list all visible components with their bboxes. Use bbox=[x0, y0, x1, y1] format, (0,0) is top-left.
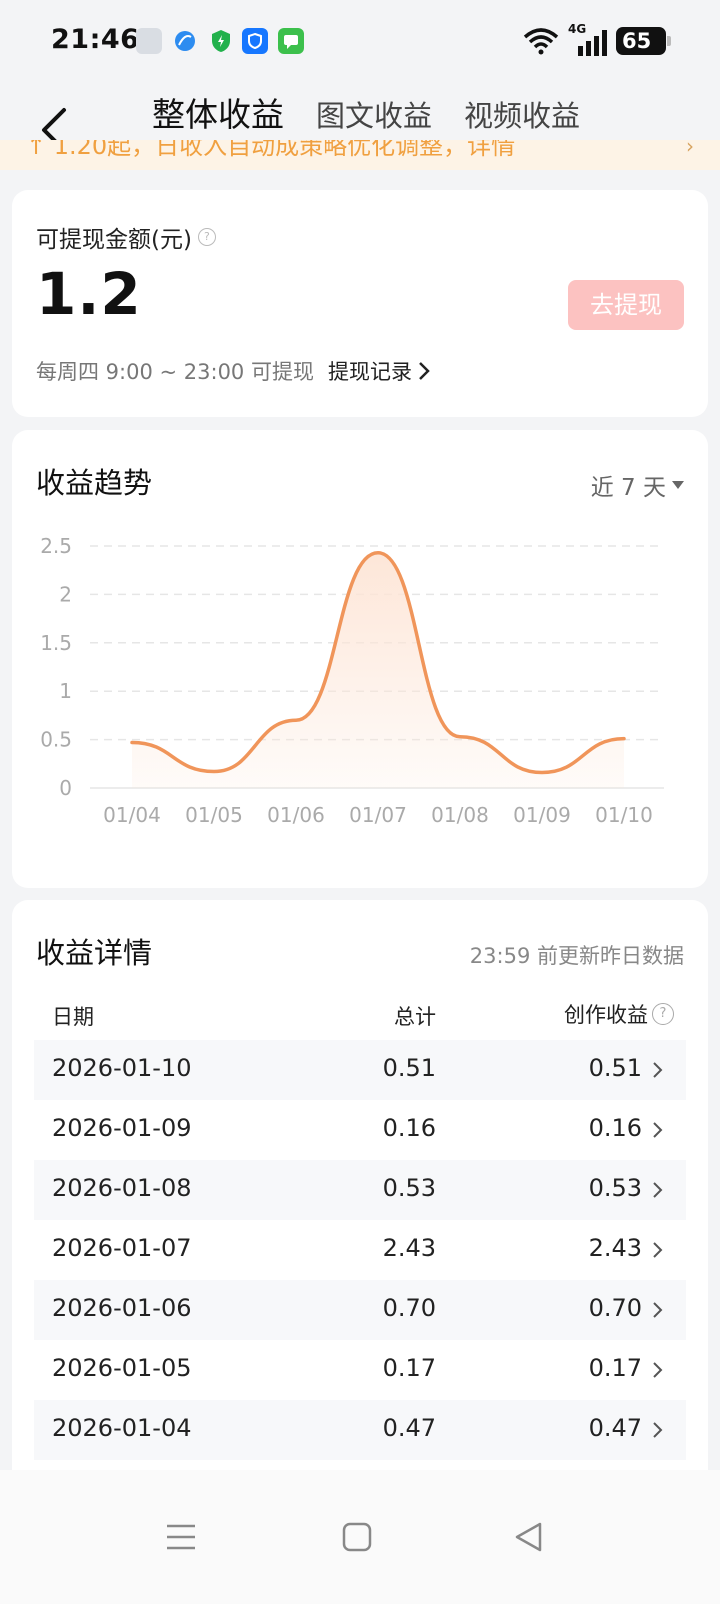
shield-app-icon bbox=[208, 28, 234, 54]
row-total: 0.53 bbox=[382, 1174, 436, 1202]
withdrawable-label-row: 可提现金额(元) ? bbox=[36, 220, 216, 254]
row-date: 2026-01-06 bbox=[52, 1294, 192, 1322]
x-tick-label: 01/04 bbox=[103, 803, 161, 827]
system-nav-bar bbox=[0, 1470, 720, 1604]
row-date: 2026-01-08 bbox=[52, 1174, 192, 1202]
table-row[interactable]: 2026-01-09 0.16 0.16 bbox=[34, 1100, 686, 1160]
column-header-date: 日期 bbox=[52, 1005, 94, 1029]
avatar-app-icon bbox=[136, 28, 162, 54]
trend-card: 收益趋势 近 7 天 0 0.5 1 1.5 2 2.5 01/04 01/05 01/06 01… bbox=[12, 430, 708, 888]
row-total: 0.16 bbox=[382, 1114, 436, 1142]
details-card: 收益详情 23:59 前更新昨日数据 日期 总计 创作收益 ? 2026-01-… bbox=[12, 900, 708, 1500]
status-time: 21:46 bbox=[51, 24, 140, 55]
table-row[interactable]: 2026-01-10 0.51 0.51 bbox=[34, 1040, 686, 1100]
row-creation: 0.70 bbox=[588, 1294, 642, 1322]
signal-icon: 4G bbox=[568, 22, 608, 56]
table-row[interactable]: 2026-01-04 0.47 0.47 bbox=[34, 1400, 686, 1460]
withdrawable-label: 可提现金额(元) bbox=[36, 227, 192, 253]
x-tick-label: 01/07 bbox=[349, 803, 407, 827]
row-total: 0.70 bbox=[382, 1294, 436, 1322]
chevron-right-icon bbox=[653, 1122, 663, 1138]
y-tick-label: 0.5 bbox=[40, 728, 72, 752]
row-total: 2.43 bbox=[382, 1234, 436, 1262]
notice-banner-text: ↑ 1.20起，日收入自动成策略优化调整，详情 bbox=[26, 140, 516, 160]
y-tick-label: 1.5 bbox=[40, 631, 72, 655]
table-row[interactable]: 2026-01-07 2.43 2.43 bbox=[34, 1220, 686, 1280]
security-app-icon bbox=[242, 28, 268, 54]
chevron-right-icon bbox=[653, 1062, 663, 1078]
battery-icon: 65 bbox=[616, 27, 671, 55]
table-row[interactable]: 2026-01-08 0.53 0.53 bbox=[34, 1160, 686, 1220]
chevron-right-icon bbox=[653, 1302, 663, 1318]
row-creation: 0.53 bbox=[588, 1174, 642, 1202]
column-header-creation: 创作收益 ? bbox=[564, 999, 674, 1029]
row-creation: 0.17 bbox=[588, 1354, 642, 1382]
withdrawable-amount: 1.2 bbox=[36, 260, 142, 328]
table-row[interactable]: 2026-01-05 0.17 0.17 bbox=[34, 1340, 686, 1400]
series-area bbox=[132, 552, 624, 788]
x-tick-label: 01/06 bbox=[267, 803, 325, 827]
browser-app-icon bbox=[172, 28, 198, 54]
withdraw-button[interactable]: 去提现 bbox=[568, 280, 684, 330]
earnings-table: 2026-01-10 0.51 0.51 2026-01-09 0.16 0.16 2026… bbox=[34, 1040, 686, 1460]
y-tick-label: 1 bbox=[59, 679, 72, 703]
column-header-total: 总计 bbox=[394, 1005, 436, 1029]
row-date: 2026-01-05 bbox=[52, 1354, 192, 1382]
withdraw-record-link[interactable]: 提现记录 bbox=[328, 356, 430, 386]
range-dropdown-label: 近 7 天 bbox=[590, 475, 666, 501]
column-header-creation-label: 创作收益 bbox=[564, 1003, 648, 1027]
details-title: 收益详情 bbox=[36, 936, 153, 970]
row-total: 0.51 bbox=[382, 1054, 436, 1082]
row-date: 2026-01-07 bbox=[52, 1234, 192, 1262]
chevron-right-icon bbox=[653, 1242, 663, 1258]
earnings-trend-chart: 0 0.5 1 1.5 2 2.5 01/04 01/05 01/06 01/07 01/08 01/… bbox=[40, 534, 664, 827]
row-date: 2026-01-04 bbox=[52, 1414, 192, 1442]
caret-down-icon bbox=[672, 481, 684, 489]
x-tick-label: 01/09 bbox=[513, 803, 571, 827]
trend-title: 收益趋势 bbox=[36, 466, 153, 500]
tab-list: 整体收益 图文收益 视频收益 bbox=[152, 88, 580, 136]
withdraw-card: 可提现金额(元) ? 1.2 去提现 每周四 9:00 ~ 23:00 可提现 … bbox=[12, 190, 708, 417]
table-row[interactable]: 2026-01-06 0.70 0.70 bbox=[34, 1280, 686, 1340]
menu-icon[interactable] bbox=[164, 1520, 198, 1554]
chevron-right-icon: › bbox=[686, 140, 694, 158]
notice-banner[interactable]: ↑ 1.20起，日收入自动成策略优化调整，详情 › bbox=[0, 140, 720, 170]
withdraw-record-label: 提现记录 bbox=[327, 360, 412, 384]
status-bar: 21:46 4G 65 bbox=[0, 0, 720, 84]
y-tick-label: 0 bbox=[59, 776, 72, 800]
y-tick-label: 2 bbox=[59, 582, 72, 606]
y-tick-label: 2.5 bbox=[40, 534, 72, 558]
x-tick-label: 01/05 bbox=[185, 803, 243, 827]
wifi-icon bbox=[523, 28, 559, 55]
withdraw-schedule: 每周四 9:00 ~ 23:00 可提现 bbox=[36, 360, 314, 384]
message-app-icon bbox=[278, 28, 304, 54]
top-tab-bar: 整体收益 图文收益 视频收益 bbox=[0, 84, 720, 152]
withdraw-schedule-row: 每周四 9:00 ~ 23:00 可提现 提现记录 bbox=[36, 356, 430, 386]
x-tick-label: 01/10 bbox=[595, 803, 653, 827]
tab-article-earnings[interactable]: 图文收益 bbox=[316, 93, 432, 135]
back-triangle-icon[interactable] bbox=[512, 1520, 546, 1554]
update-note: 23:59 前更新昨日数据 bbox=[469, 944, 684, 968]
row-creation: 0.16 bbox=[588, 1114, 642, 1142]
chevron-right-icon bbox=[653, 1422, 663, 1438]
row-creation: 0.47 bbox=[588, 1414, 642, 1442]
row-date: 2026-01-09 bbox=[52, 1114, 192, 1142]
home-icon[interactable] bbox=[340, 1520, 374, 1554]
system-icons: 4G 65 bbox=[522, 22, 671, 56]
row-creation: 0.51 bbox=[588, 1054, 642, 1082]
range-dropdown[interactable]: 近 7 天 bbox=[591, 468, 684, 502]
row-date: 2026-01-10 bbox=[52, 1054, 192, 1082]
tab-overall-earnings[interactable]: 整体收益 bbox=[152, 88, 284, 136]
row-total: 0.17 bbox=[382, 1354, 436, 1382]
help-icon[interactable]: ? bbox=[197, 228, 216, 246]
help-icon[interactable]: ? bbox=[652, 1003, 674, 1025]
tab-video-earnings[interactable]: 视频收益 bbox=[464, 93, 580, 135]
chevron-right-icon bbox=[653, 1362, 663, 1378]
table-header: 日期 总计 创作收益 ? bbox=[12, 995, 708, 1035]
x-tick-label: 01/08 bbox=[431, 803, 489, 827]
chevron-right-icon bbox=[653, 1182, 663, 1198]
row-total: 0.47 bbox=[382, 1414, 436, 1442]
chevron-right-icon bbox=[419, 362, 430, 380]
row-creation: 2.43 bbox=[588, 1234, 642, 1262]
